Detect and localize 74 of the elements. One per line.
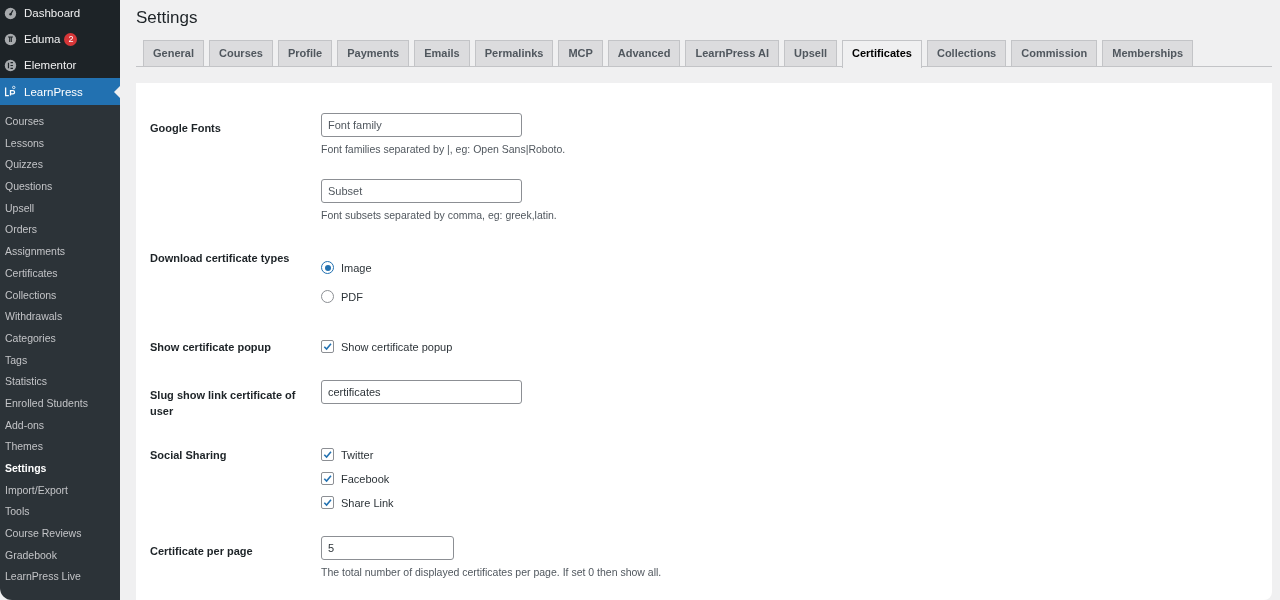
menu-item[interactable]: Elementor	[0, 52, 120, 78]
submenu-item[interactable]: Add-ons	[0, 414, 120, 437]
settings-tab[interactable]: Memberships	[1102, 40, 1194, 66]
option-label: PDF	[341, 290, 363, 303]
submenu-item[interactable]: Import/Export	[0, 479, 120, 502]
submenu-item[interactable]: Certificates	[0, 262, 120, 285]
page-title: Settings	[136, 8, 199, 29]
circle-logo-icon	[4, 32, 17, 46]
checkbox[interactable]	[321, 340, 334, 353]
submenu-item[interactable]: Upsell	[0, 197, 120, 220]
menu-item[interactable]: LearnPress	[0, 78, 120, 105]
field-description: Font families separated by |, eg: Open Sans|Roboto.	[321, 143, 566, 155]
menu-label: Elementor	[24, 59, 77, 71]
settings-tab[interactable]: Certificates	[842, 40, 922, 68]
menu-item[interactable]: Dashboard	[0, 0, 120, 26]
submenu-item[interactable]: Enrolled Students	[0, 392, 120, 415]
submenu-item[interactable]: Assignments	[0, 241, 120, 263]
option-label: Twitter	[341, 448, 374, 461]
menu-label: Eduma	[24, 33, 61, 45]
settings-tab[interactable]: Courses	[208, 40, 273, 66]
menu-item[interactable]: Eduma 2	[0, 26, 120, 52]
setting-label: Show certificate popup	[150, 340, 272, 355]
menu-label: Dashboard	[24, 7, 81, 19]
checkbox[interactable]	[321, 448, 334, 461]
submenu-item[interactable]: Course Reviews	[0, 523, 120, 545]
settings-tab[interactable]: Profile	[278, 40, 333, 66]
submenu-item[interactable]: LearnPress Live	[0, 566, 120, 589]
setting-label: Download certificate types	[150, 251, 291, 266]
text-field[interactable]: certificates	[321, 380, 522, 404]
text-field[interactable]: 5	[321, 536, 454, 560]
field-description: Font subsets separated by comma, eg: greek,latin.	[321, 209, 558, 221]
option-label: Show certificate popup	[341, 340, 453, 353]
submenu-item[interactable]: Themes	[0, 436, 120, 458]
submenu-item[interactable]: Gradebook	[0, 544, 120, 567]
option-label: Share Link	[341, 496, 394, 509]
settings-tab[interactable]: Commission	[1011, 40, 1098, 66]
settings-tab[interactable]: Payments	[337, 40, 410, 66]
submenu-item[interactable]: Settings	[0, 458, 120, 480]
settings-tab[interactable]: Advanced	[607, 40, 681, 66]
menu-label: LearnPress	[24, 85, 83, 98]
submenu-item[interactable]: Lessons	[0, 132, 120, 155]
settings-tab[interactable]: MCP	[558, 40, 603, 66]
text-field[interactable]: Subset	[321, 179, 522, 203]
gauge-icon	[4, 6, 17, 20]
settings-tab[interactable]: Emails	[414, 40, 470, 66]
submenu-item[interactable]: Withdrawals	[0, 306, 120, 328]
settings-tab[interactable]: Upsell	[784, 40, 837, 66]
setting-label: Slug show link certificate of user	[150, 388, 297, 419]
option-label: Image	[341, 261, 372, 274]
submenu-item[interactable]: Tags	[0, 349, 120, 372]
checkbox[interactable]	[321, 472, 334, 485]
setting-label: Certificate per page	[150, 544, 254, 559]
field-description: The total number of displayed certificates per page. If set 0 then show all.	[321, 566, 662, 578]
option-label: Facebook	[341, 472, 390, 485]
setting-label: Google Fonts	[150, 121, 222, 136]
submenu-item[interactable]: Orders	[0, 219, 120, 242]
checkbox[interactable]	[321, 496, 334, 509]
settings-tab[interactable]: Collections	[926, 40, 1007, 66]
text-field[interactable]: Font family	[321, 113, 522, 137]
submenu-item[interactable]: Courses	[0, 111, 120, 133]
setting-label: Social Sharing	[150, 448, 228, 463]
settings-tab[interactable]: LearnPress AI	[685, 40, 779, 66]
submenu-item[interactable]: Tools	[0, 501, 120, 524]
pointer-arrow-icon	[114, 86, 120, 98]
submenu-item[interactable]: Collections	[0, 284, 120, 307]
submenu-item[interactable]: Quizzes	[0, 154, 120, 177]
learnpress-icon	[4, 85, 17, 98]
settings-tab[interactable]: Permalinks	[474, 40, 554, 66]
submenu-item[interactable]: Categories	[0, 327, 120, 350]
elementor-icon	[4, 58, 17, 72]
notification-badge: 2	[64, 32, 78, 46]
submenu-item[interactable]: Statistics	[0, 371, 120, 393]
settings-tab[interactable]: General	[143, 40, 204, 66]
submenu-item[interactable]: Questions	[0, 176, 120, 198]
